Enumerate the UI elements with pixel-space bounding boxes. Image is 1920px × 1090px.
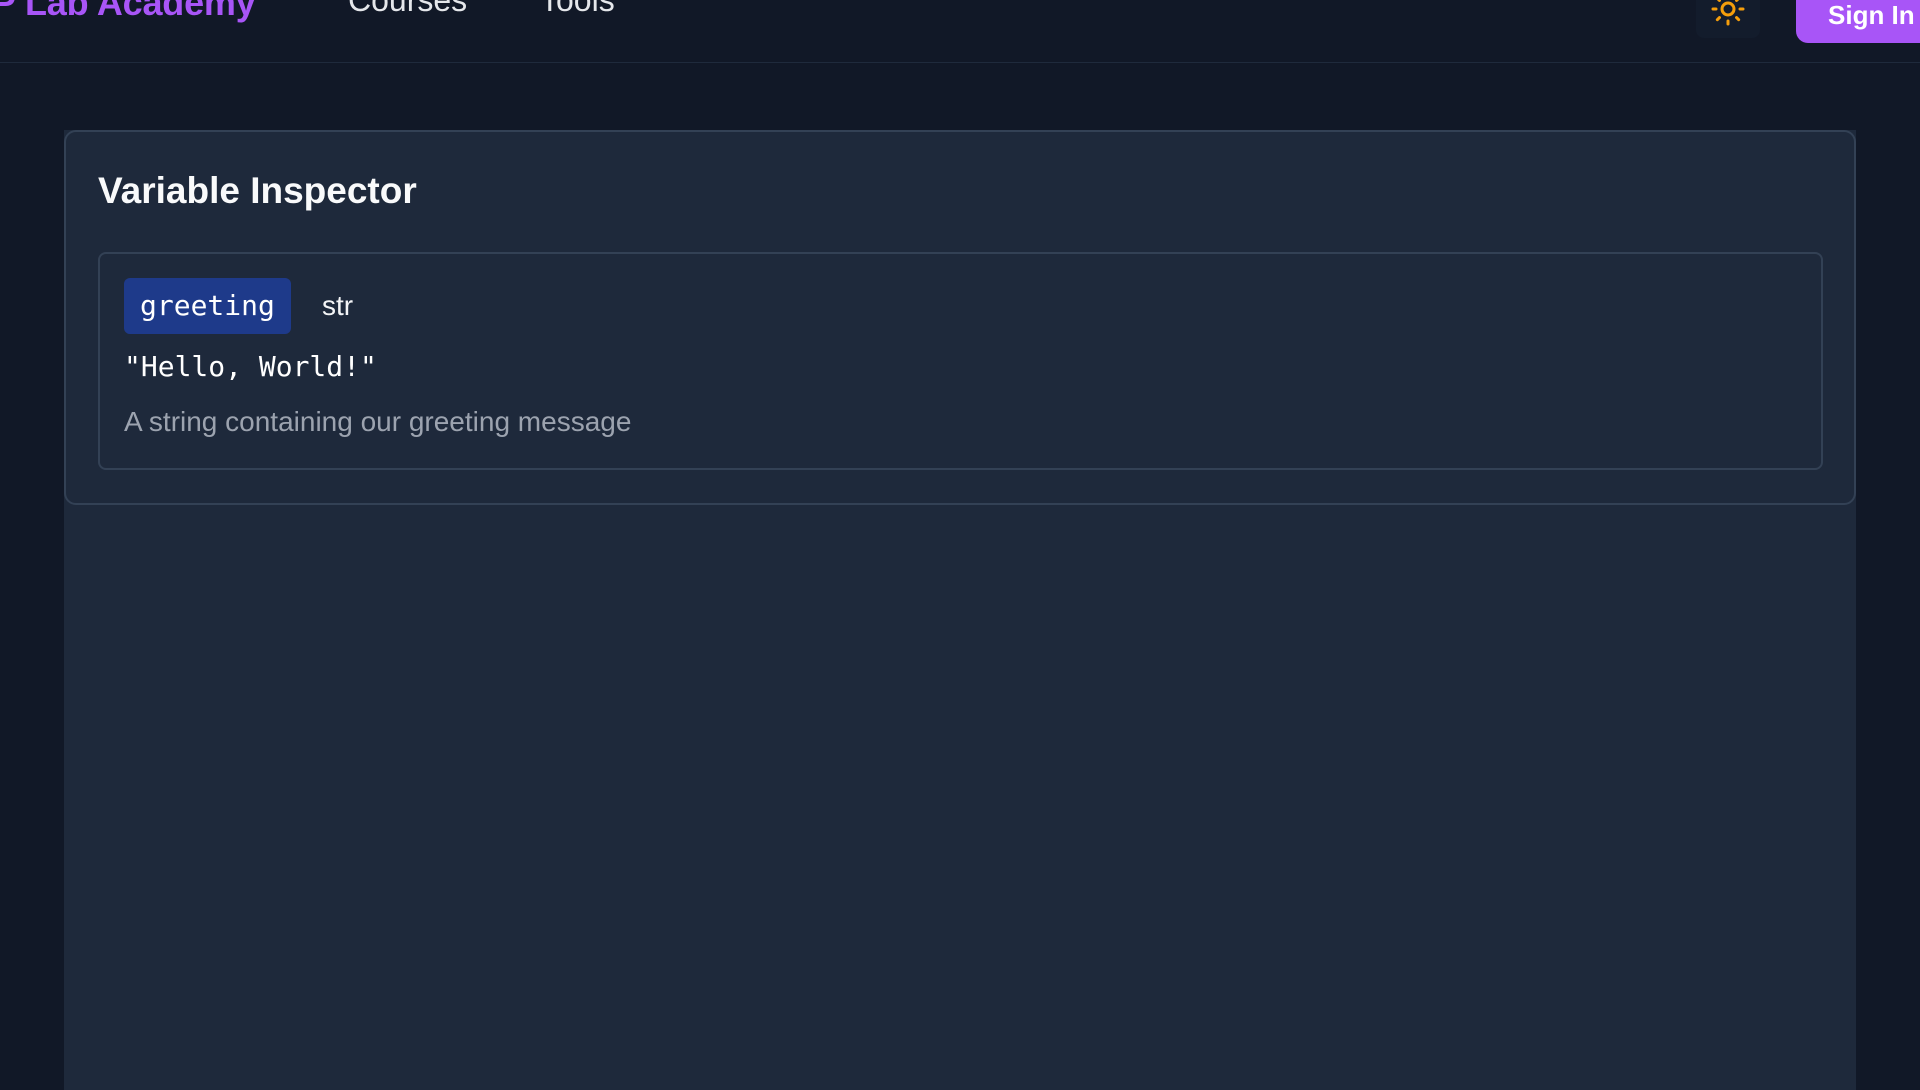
variable-entry: greeting str "Hello, World!" A string co… — [98, 252, 1823, 470]
variable-inspector-title: Variable Inspector — [98, 170, 417, 211]
variable-name-badge: greeting — [124, 278, 291, 334]
nav-link-courses[interactable]: Courses — [348, 0, 467, 19]
nav-link-tools[interactable]: Tools — [540, 0, 615, 19]
brand-logo-text[interactable]: P Lab Academy — [0, 0, 256, 24]
theme-toggle-button[interactable] — [1696, 0, 1760, 38]
variable-description: A string containing our greeting message — [124, 406, 632, 437]
top-navigation-bar: P Lab Academy Courses Tools Sign In — [0, 0, 1920, 63]
variable-value: "Hello, World!" — [124, 350, 377, 383]
variable-inspector-card: Variable Inspector greeting str "Hello, … — [64, 130, 1856, 505]
sun-icon — [1710, 0, 1746, 32]
variable-type-label: str — [322, 290, 354, 321]
sign-in-button[interactable]: Sign In — [1796, 0, 1920, 43]
